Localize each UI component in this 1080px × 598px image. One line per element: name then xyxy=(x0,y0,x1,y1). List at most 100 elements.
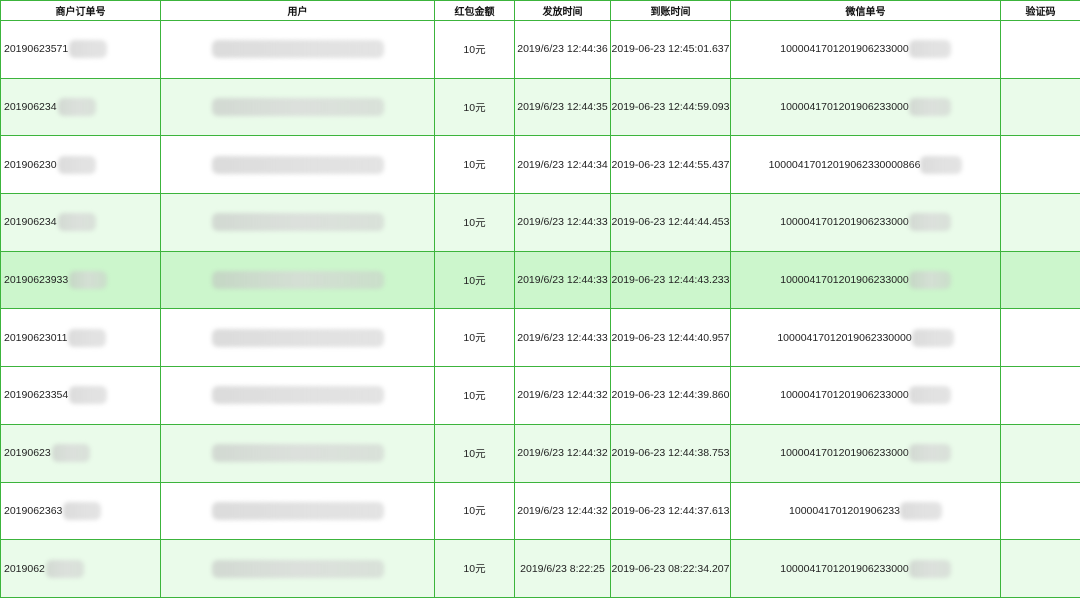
send-time-cell: 2019/6/23 12:44:33 xyxy=(515,251,611,310)
redacted-blur xyxy=(211,155,384,174)
order-no: 20190623354 xyxy=(4,389,69,402)
order-no-cell: 2019062 xyxy=(1,540,161,598)
amount-cell: 10元 xyxy=(435,540,515,598)
user-cell xyxy=(161,21,435,79)
amount-cell: 10元 xyxy=(435,21,515,79)
redacted-blur xyxy=(57,213,96,232)
arrive-time-cell: 2019-06-23 12:45:01.637 xyxy=(611,21,731,79)
wechat-no-cell: 1000041701201906233 xyxy=(731,482,1001,541)
amount-cell: 10元 xyxy=(435,309,515,368)
redacted-blur xyxy=(57,98,96,117)
redacted-blur xyxy=(211,213,384,232)
redacted-blur xyxy=(899,501,942,520)
order-no: 2019062 xyxy=(4,562,45,575)
amount-cell: 10元 xyxy=(435,136,515,195)
verify-code-cell xyxy=(1001,251,1080,310)
order-no-cell: 201906230 xyxy=(1,136,161,195)
redacted-blur xyxy=(211,444,384,463)
order-no: 20190623933 xyxy=(4,274,69,287)
redacted-blur xyxy=(908,98,951,117)
redacted-blur xyxy=(69,386,108,405)
header-wechat-no: 微信单号 xyxy=(731,1,1001,21)
redacted-blur xyxy=(211,501,384,520)
order-no-cell: 20190623011 xyxy=(1,309,161,368)
redacted-blur xyxy=(63,501,102,520)
amount-cell: 10元 xyxy=(435,78,515,137)
send-time-cell: 2019/6/23 12:44:35 xyxy=(515,78,611,137)
send-time-cell: 2019/6/23 12:44:32 xyxy=(515,367,611,425)
user-cell xyxy=(161,251,435,310)
wechat-no: 1000041701201906233000 xyxy=(780,447,909,460)
order-no: 20190623011 xyxy=(4,331,68,344)
order-no-cell: 20190623 xyxy=(1,424,161,483)
redacted-blur xyxy=(68,328,107,347)
wechat-no: 10000417012019062330000 xyxy=(777,331,912,344)
order-no-cell: 20190623571 xyxy=(1,21,161,79)
verify-code-cell xyxy=(1001,21,1080,79)
wechat-no: 1000041701201906233000 xyxy=(780,101,909,114)
wechat-no-cell: 10000417012019062330000866 xyxy=(731,136,1001,195)
send-time-cell: 2019/6/23 12:44:32 xyxy=(515,482,611,541)
redacted-blur xyxy=(908,271,951,290)
redacted-blur xyxy=(908,40,951,59)
header-verify-code: 验证码 xyxy=(1001,1,1080,21)
wechat-no-cell: 1000041701201906233000 xyxy=(731,540,1001,598)
header-arrive-time: 到账时间 xyxy=(611,1,731,21)
wechat-no-cell: 10000417012019062330000 xyxy=(731,309,1001,368)
redacted-blur xyxy=(908,559,951,578)
wechat-no: 1000041701201906233000 xyxy=(780,562,909,575)
verify-code-cell xyxy=(1001,367,1080,425)
arrive-time-cell: 2019-06-23 12:44:40.957 xyxy=(611,309,731,368)
wechat-no: 1000041701201906233000 xyxy=(780,43,909,56)
amount-cell: 10元 xyxy=(435,251,515,310)
wechat-no: 1000041701201906233000 xyxy=(780,274,909,287)
redacted-blur xyxy=(69,40,108,59)
order-no: 201906234 xyxy=(4,101,57,114)
user-cell xyxy=(161,78,435,137)
redacted-blur xyxy=(211,328,384,347)
order-no-cell: 201906234 xyxy=(1,78,161,137)
wechat-no: 1000041701201906233 xyxy=(789,504,900,517)
verify-code-cell xyxy=(1001,78,1080,137)
arrive-time-cell: 2019-06-23 08:22:34.207 xyxy=(611,540,731,598)
order-no-cell: 20190623933 xyxy=(1,251,161,310)
send-time-cell: 2019/6/23 8:22:25 xyxy=(515,540,611,598)
redacted-blur xyxy=(57,155,96,174)
redacted-blur xyxy=(211,386,384,405)
order-no: 201906234 xyxy=(4,216,57,229)
redacted-blur xyxy=(69,271,108,290)
verify-code-cell xyxy=(1001,424,1080,483)
arrive-time-cell: 2019-06-23 12:44:38.753 xyxy=(611,424,731,483)
redacted-blur xyxy=(51,444,90,463)
wechat-no-cell: 1000041701201906233000 xyxy=(731,251,1001,310)
arrive-time-cell: 2019-06-23 12:44:55.437 xyxy=(611,136,731,195)
amount-cell: 10元 xyxy=(435,482,515,541)
verify-code-cell xyxy=(1001,540,1080,598)
order-no-cell: 201906234 xyxy=(1,194,161,252)
user-cell xyxy=(161,194,435,252)
verify-code-cell xyxy=(1001,136,1080,195)
arrive-time-cell: 2019-06-23 12:44:59.093 xyxy=(611,78,731,137)
user-cell xyxy=(161,424,435,483)
redacted-blur xyxy=(908,444,951,463)
arrive-time-cell: 2019-06-23 12:44:43.233 xyxy=(611,251,731,310)
wechat-no-cell: 1000041701201906233000 xyxy=(731,21,1001,79)
header-order-no: 商户订单号 xyxy=(1,1,161,21)
user-cell xyxy=(161,540,435,598)
send-time-cell: 2019/6/23 12:44:36 xyxy=(515,21,611,79)
redacted-blur xyxy=(908,386,951,405)
amount-cell: 10元 xyxy=(435,424,515,483)
redacted-blur xyxy=(920,155,963,174)
order-no: 20190623 xyxy=(4,447,51,460)
send-time-cell: 2019/6/23 12:44:33 xyxy=(515,194,611,252)
wechat-no: 10000417012019062330000866 xyxy=(768,158,921,171)
order-no: 2019062363 xyxy=(4,504,63,517)
verify-code-cell xyxy=(1001,309,1080,368)
redacted-blur xyxy=(911,328,954,347)
wechat-no: 1000041701201906233000 xyxy=(780,389,909,402)
user-cell xyxy=(161,367,435,425)
red-packet-table: 商户订单号 用户 红包金额 发放时间 到账时间 微信单号 验证码 2019062… xyxy=(0,0,1080,598)
arrive-time-cell: 2019-06-23 12:44:39.860 xyxy=(611,367,731,425)
redacted-blur xyxy=(211,98,384,117)
user-cell xyxy=(161,482,435,541)
